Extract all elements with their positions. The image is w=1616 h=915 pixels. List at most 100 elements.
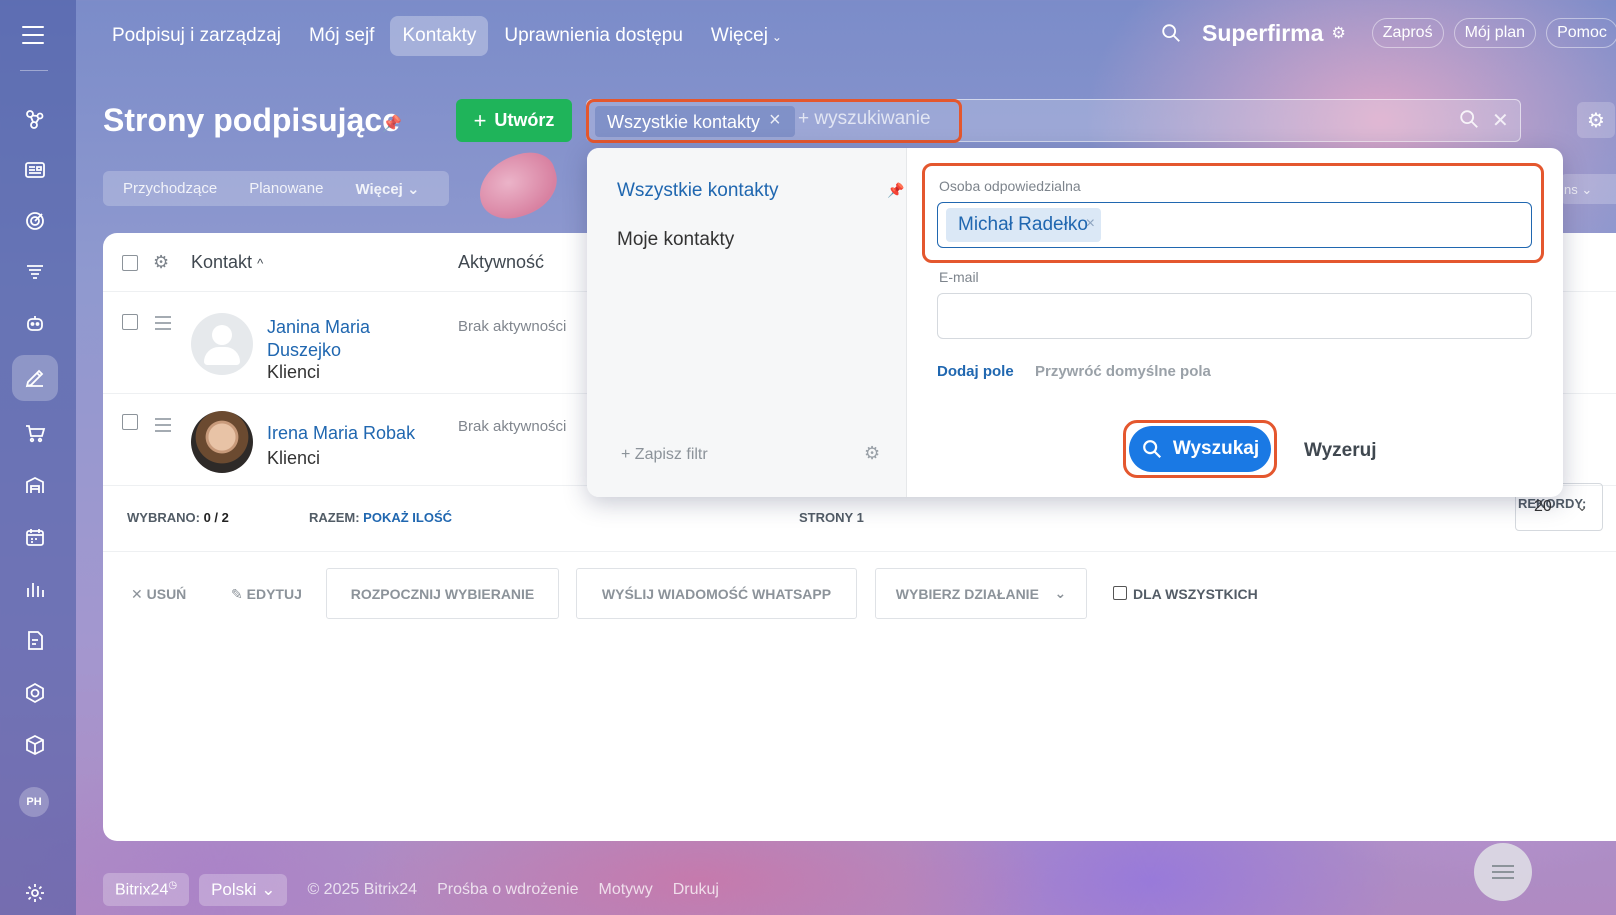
themes-link[interactable]: Motywy [598,881,652,899]
chat-fab-button[interactable] [1474,843,1532,901]
bitrix24-logo[interactable]: Bitrix24◷ [103,873,190,907]
drag-handle-icon[interactable] [155,316,171,334]
chart-icon[interactable] [12,566,58,612]
preset-my-contacts[interactable]: Moje kontakty [617,229,734,251]
pin-icon[interactable]: 📌 [382,114,402,134]
tab-more-views-label: Więcej [355,180,403,198]
tab-more[interactable]: Więcej ⌄ [699,16,794,56]
help-button[interactable]: Pomoc [1546,18,1616,48]
news-icon[interactable] [12,147,58,193]
search-button-label: Wyszukaj [1172,438,1260,459]
tab-sign-manage[interactable]: Podpisuj i zarządzaj [100,16,293,56]
start-dialing-button[interactable]: ROZPOCZNIJ WYBIERANIE [326,568,559,619]
row-checkbox[interactable] [122,314,138,330]
warehouse-icon[interactable] [12,462,58,508]
tab-contacts[interactable]: Kontakty [390,16,489,56]
close-icon[interactable]: × [1086,215,1095,233]
for-all-label: DLA WSZYSTKICH [1133,586,1258,602]
search-icon[interactable] [1160,22,1182,44]
delete-label: USUŃ [146,586,187,602]
gear-icon[interactable]: ⚙ [864,443,880,464]
tab-incoming[interactable]: Przychodzące [123,180,217,197]
clear-icon[interactable]: ✕ [1492,108,1509,133]
create-button[interactable]: + Utwórz [456,99,572,142]
drag-handle-icon[interactable] [155,418,171,436]
select-all-checkbox[interactable] [122,255,138,271]
hexagon-icon[interactable] [12,670,58,716]
chevron-down-icon: ⌄ [771,30,782,44]
send-whatsapp-button[interactable]: WYŚLIJ WIADOMOŚĆ WHATSAPP [576,568,857,619]
document-icon[interactable] [12,618,58,664]
decorative-petal [470,145,566,227]
tab-access-rights[interactable]: Uprawnienia dostępu [492,16,695,56]
row-checkbox[interactable] [122,414,138,430]
column-contact-label: Kontakt [191,252,253,272]
delete-icon: ✕ [131,586,143,602]
page-footer: Bitrix24◷ Polski ⌄ © 2025 Bitrix24 Prośb… [103,873,719,907]
preset-all-contacts[interactable]: Wszystkie kontakty [617,180,779,202]
highlight-frame-filter [586,99,962,143]
activity-status: Brak aktywności [458,318,567,335]
edge-cut-button[interactable]: ns ⌄ [1560,174,1616,204]
funnel-icon[interactable] [12,249,58,295]
selected-label: WYBRANO: [127,510,200,525]
implementation-request-link[interactable]: Prośba o wdrożenie [437,881,578,899]
restore-default-fields-link[interactable]: Przywróć domyślne pola [1035,363,1211,380]
language-select[interactable]: Polski ⌄ [199,873,288,906]
menu-icon[interactable] [22,26,44,50]
pin-icon[interactable]: 📌 [887,182,904,199]
column-contact[interactable]: Kontakt ^ [191,252,263,273]
gear-icon[interactable]: ⚙ [153,252,169,273]
chevron-down-icon: ⌄ [261,879,276,899]
edit-action[interactable]: ✎ EDYTUJ [231,586,302,603]
for-all-checkbox[interactable] [1113,586,1127,600]
page-title: Strony podpisujące [103,102,400,138]
company-name[interactable]: Superfirma [1202,20,1323,47]
sliders-icon[interactable]: ⚙ [1331,23,1345,43]
search-button[interactable]: Wyszukaj [1129,426,1271,472]
selected-value: 0 / 2 [203,510,229,525]
calendar-icon[interactable] [12,514,58,560]
user-chip[interactable]: Michał Radełko × [946,208,1101,242]
settings-icon[interactable] [12,870,58,915]
contact-name-link[interactable]: Irena Maria Robak [267,422,415,445]
create-button-label: Utwórz [494,110,555,130]
my-plan-button[interactable]: Mój plan [1453,18,1537,48]
gear-icon[interactable]: ⚙ [1577,102,1615,138]
nodes-icon[interactable] [12,96,58,142]
tab-more-views[interactable]: Więcej ⌄ [355,180,419,198]
filter-bar-icons: ✕ [1458,108,1509,133]
tab-my-safe[interactable]: Mój sejf [297,16,386,56]
tab-planned[interactable]: Planowane [249,180,323,197]
user-avatar[interactable]: PH [19,787,49,817]
edit-label: EDYTUJ [246,586,302,602]
avatar [191,411,253,473]
filter-presets-column: Wszystkie kontakty 📌 Moje kontakty + Zap… [587,148,907,497]
target-icon[interactable] [12,198,58,244]
filter-popup: Wszystkie kontakty 📌 Moje kontakty + Zap… [587,148,1563,497]
invite-button[interactable]: Zaproś [1371,18,1444,48]
add-field-link[interactable]: Dodaj pole [937,363,1014,380]
column-activity[interactable]: Aktywność [458,252,544,273]
pages-value[interactable]: 1 [857,510,864,525]
save-filter-button[interactable]: + Zapisz filtr [621,446,708,464]
sign-icon[interactable] [12,355,58,401]
search-icon[interactable] [1458,108,1480,130]
choose-action-select[interactable]: WYBIERZ DZIAŁANIE ⌄ [875,568,1087,619]
total-label: RAZEM: [309,510,360,525]
responsible-label: Osoba odpowiedzialna [939,178,1081,194]
contact-name-link[interactable]: Janina Maria Duszejko [267,316,370,362]
reset-button[interactable]: Wyzeruj [1304,440,1377,462]
chevron-down-icon: ⌄ [1576,498,1588,514]
robot-icon[interactable] [12,300,58,346]
cart-icon[interactable] [12,410,58,456]
responsible-field[interactable]: Michał Radełko × [937,202,1532,248]
records-value: 20 [1534,498,1552,515]
top-navigation: Podpisuj i zarządzaj Mój sejf Kontakty U… [100,14,794,58]
box-icon[interactable] [12,722,58,768]
delete-action[interactable]: ✕ USUŃ [131,586,186,603]
print-link[interactable]: Drukuj [673,881,719,899]
show-count-link[interactable]: POKAŻ ILOŚĆ [363,510,452,525]
chevron-down-icon: ⌄ [407,180,420,198]
email-field[interactable] [937,293,1532,339]
